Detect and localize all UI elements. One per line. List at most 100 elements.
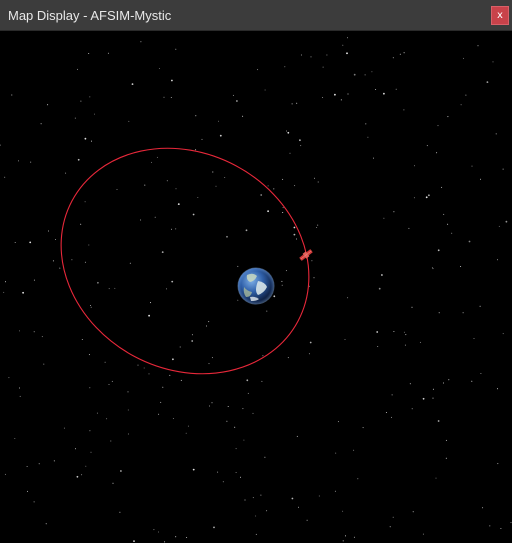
star [437,420,440,422]
star [80,100,82,102]
star [81,339,83,340]
star [88,53,90,54]
star [477,45,479,47]
star [11,94,13,96]
window-title: Map Display - AFSIM-Mystic [8,8,172,23]
star [127,409,129,411]
star [133,540,135,542]
star [468,240,471,243]
star [353,73,356,76]
star [140,219,142,221]
star [412,511,414,513]
map-viewport[interactable] [0,31,512,543]
star [306,519,308,521]
star [289,152,291,154]
star [137,364,139,366]
star [48,230,49,232]
earth-icon[interactable] [237,267,275,305]
star [282,212,284,213]
star [365,123,367,125]
star [201,138,203,140]
star [437,249,440,252]
star [281,284,283,286]
star [97,281,99,284]
star [43,363,45,365]
star [391,416,392,418]
star [38,463,40,465]
star [347,297,349,299]
star [164,541,166,543]
star [192,468,195,471]
title-bar[interactable]: Map Display - AFSIM-Mystic x [0,0,512,31]
star [160,401,162,403]
star [428,194,430,197]
star [213,526,215,529]
star [347,37,348,39]
star [127,433,129,435]
star [284,66,286,68]
star [317,224,319,226]
star [163,96,165,98]
star [22,291,24,294]
star [47,104,49,106]
map-display-window: Map Display - AFSIM-Mystic x [0,0,512,543]
star [486,81,489,83]
star [206,325,207,327]
star [84,261,86,263]
star [447,223,449,225]
close-button[interactable]: x [491,6,509,25]
star [471,380,473,382]
star [110,440,112,442]
star [71,259,73,261]
star [502,333,504,335]
star [489,525,491,527]
star [18,160,19,162]
star [362,427,364,429]
star [293,233,296,236]
orbit-path [60,147,310,375]
star [497,259,498,261]
close-icon: x [497,9,503,21]
star [451,232,453,234]
star [234,426,236,428]
star [179,346,181,348]
star [63,427,65,429]
star [8,377,10,379]
star [237,265,239,267]
star [158,68,160,69]
star [53,460,55,462]
star [88,354,90,356]
star [127,391,129,393]
star [299,139,301,142]
star [88,244,90,246]
star [322,97,324,98]
star [337,421,339,423]
star [462,312,464,314]
star [55,239,56,240]
star [156,156,158,158]
star [4,473,6,475]
star [346,52,348,55]
star [300,54,302,56]
star [185,432,187,434]
star [334,93,336,96]
star [281,280,283,282]
star [191,334,193,336]
star [143,367,145,369]
star [308,353,310,355]
star [460,104,462,106]
star [296,102,298,104]
star [287,357,289,359]
star [395,88,397,90]
star [266,510,268,512]
star [41,336,43,338]
star [77,158,80,161]
star [84,137,87,140]
star [89,96,91,98]
star [191,340,194,342]
star [226,235,228,238]
star [175,536,177,538]
star [378,287,381,290]
star [392,57,394,59]
star [291,103,293,105]
